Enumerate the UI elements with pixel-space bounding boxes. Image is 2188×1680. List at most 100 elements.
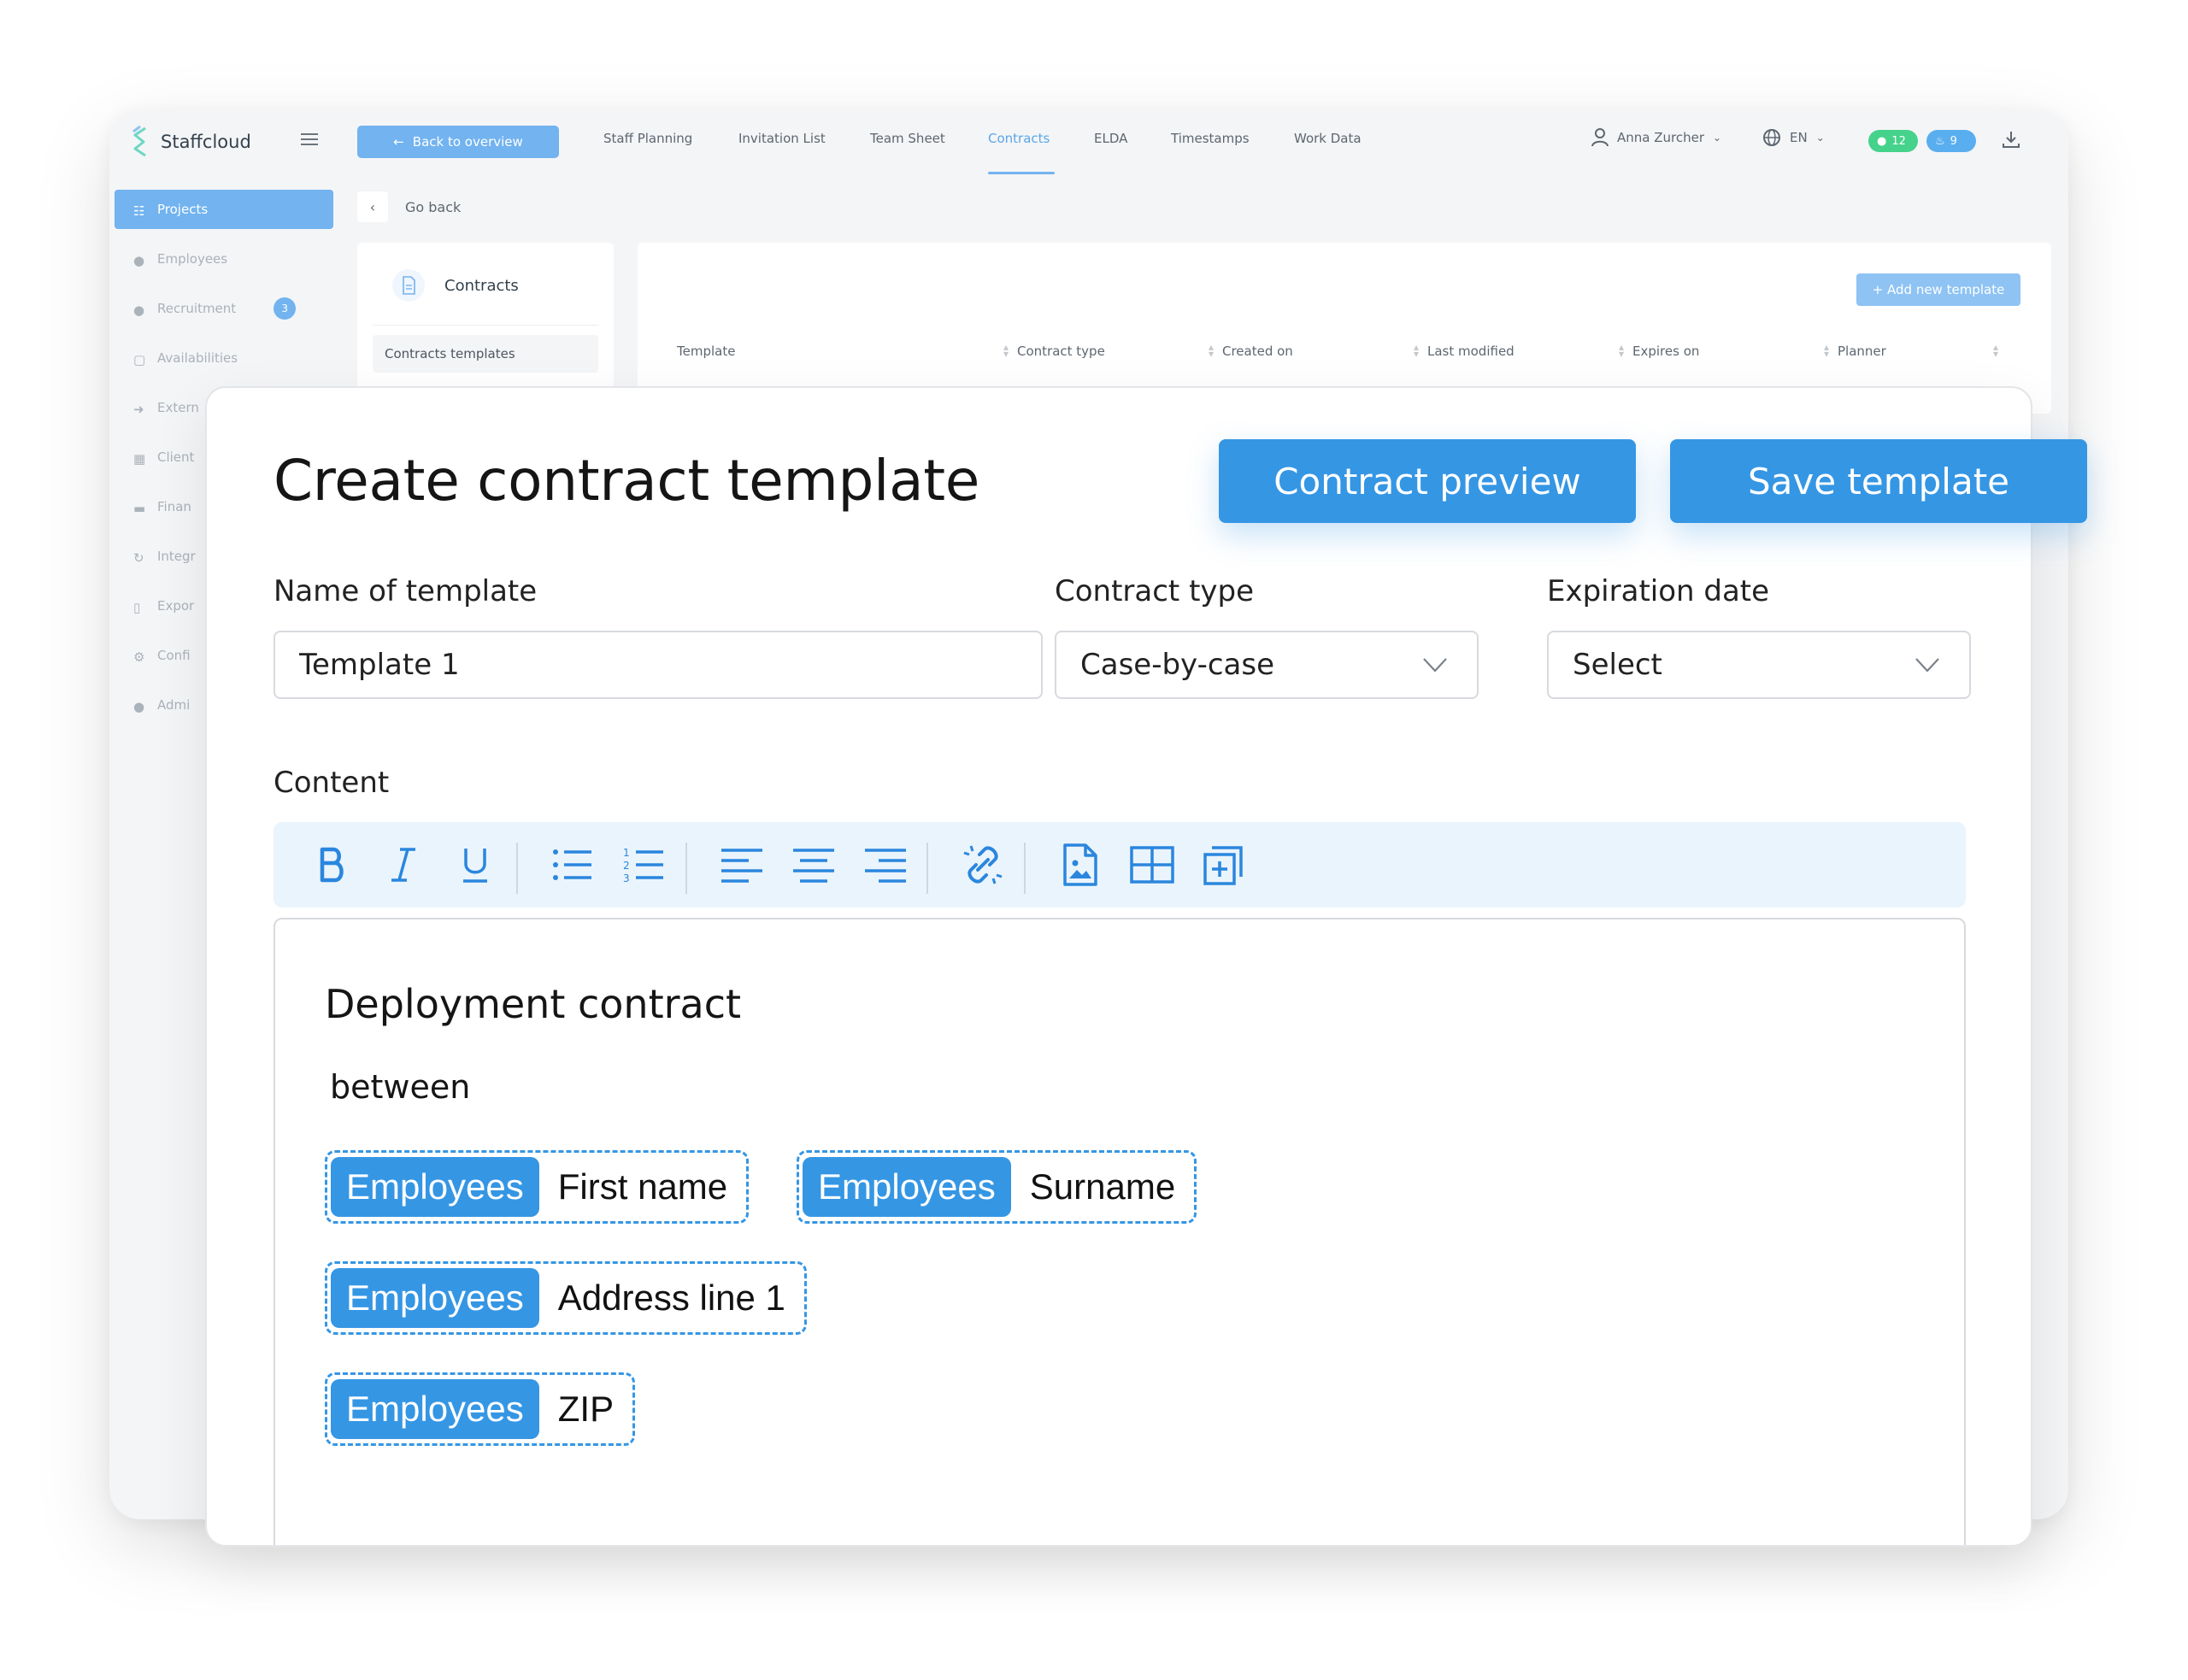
sidebar-item-availabilities[interactable]: ▢ Availabilities bbox=[115, 338, 333, 378]
messages-badge[interactable]: ● 12 bbox=[1868, 130, 1918, 152]
bold-icon[interactable] bbox=[309, 843, 354, 887]
save-template-button[interactable]: Save template bbox=[1670, 439, 2087, 523]
placeholder-field-name: First name bbox=[557, 1166, 728, 1207]
sort-icon[interactable]: ▴ ▾ bbox=[1209, 342, 1214, 359]
content-label: Content bbox=[274, 766, 390, 800]
notifications-count: 9 bbox=[1950, 134, 1957, 148]
calendar-icon: ▢ bbox=[133, 352, 146, 367]
building-icon: ▦ bbox=[133, 451, 146, 467]
image-file-icon[interactable] bbox=[1058, 843, 1103, 887]
chevron-down-icon bbox=[1423, 658, 1447, 673]
language-selector[interactable]: EN ⌄ bbox=[1762, 128, 1825, 147]
placeholder-source-tag: Employees bbox=[331, 1379, 539, 1439]
brand-name: Staffcloud bbox=[161, 132, 251, 152]
expiration-date-label: Expiration date bbox=[1547, 574, 1770, 608]
bullet-list-icon[interactable] bbox=[550, 843, 595, 887]
italic-icon[interactable] bbox=[381, 843, 426, 887]
document-between-text: between bbox=[330, 1068, 471, 1106]
sidebar-item-projects[interactable]: ☷ Projects bbox=[115, 190, 333, 229]
placeholder-field-name: Surname bbox=[1029, 1166, 1176, 1207]
tab-staff-planning[interactable]: Staff Planning bbox=[603, 128, 692, 149]
align-right-icon[interactable] bbox=[863, 843, 908, 887]
sidebar-item-label: Confi bbox=[157, 648, 191, 663]
sidebar-item-label: Finan bbox=[157, 499, 191, 514]
sidebar-item-recruitment[interactable]: ● Recruitment 3 bbox=[115, 289, 333, 328]
language-code: EN bbox=[1790, 130, 1808, 145]
user-menu[interactable]: Anna Zurcher ⌄ bbox=[1591, 128, 1721, 147]
numbered-list-icon[interactable]: 123 bbox=[622, 843, 667, 887]
sort-icon[interactable]: ▴ ▾ bbox=[1993, 342, 1998, 359]
underline-icon[interactable] bbox=[453, 843, 497, 887]
align-center-icon[interactable] bbox=[791, 843, 836, 887]
expiration-date-value: Select bbox=[1573, 648, 1662, 682]
brand-logo[interactable]: Staffcloud bbox=[128, 125, 251, 159]
notifications-badge[interactable]: ♨ 9 bbox=[1926, 130, 1976, 152]
chevron-down-icon bbox=[1915, 658, 1939, 673]
create-contract-template-modal: Create contract template Name of templat… bbox=[205, 386, 2032, 1547]
add-new-template-button[interactable]: + Add new template bbox=[1856, 273, 2020, 306]
document-title: Deployment contract bbox=[325, 981, 742, 1027]
placeholder-chip[interactable]: Employees First name bbox=[325, 1150, 750, 1224]
arrow-left-icon: ← bbox=[393, 134, 404, 150]
active-tab-indicator bbox=[988, 172, 1055, 174]
sync-icon: ↻ bbox=[133, 550, 144, 566]
name-of-template-label: Name of template bbox=[274, 574, 538, 608]
tab-work-data[interactable]: Work Data bbox=[1294, 128, 1362, 149]
template-name-input[interactable] bbox=[299, 648, 1041, 682]
column-header-created-on[interactable]: Created on bbox=[1222, 344, 1293, 359]
expiration-date-select[interactable]: Select bbox=[1547, 631, 1971, 699]
tab-timestamps[interactable]: Timestamps bbox=[1171, 128, 1250, 149]
placeholder-chip[interactable]: Employees ZIP bbox=[325, 1372, 636, 1446]
back-to-overview-button[interactable]: ← Back to overview bbox=[357, 126, 559, 158]
link-icon[interactable] bbox=[961, 843, 1005, 887]
placeholder-chip[interactable]: Employees Address line 1 bbox=[325, 1261, 807, 1335]
globe-icon bbox=[1763, 129, 1780, 146]
go-back-label: Go back bbox=[405, 198, 462, 215]
sort-icon[interactable]: ▴ ▾ bbox=[1414, 342, 1419, 359]
column-header-template[interactable]: Template bbox=[677, 344, 735, 359]
table-icon[interactable] bbox=[1130, 843, 1174, 887]
recruitment-badge: 3 bbox=[274, 297, 297, 320]
content-editor[interactable]: Deployment contract between Employees Fi… bbox=[274, 918, 1966, 1545]
toolbar-separator bbox=[926, 843, 928, 894]
divider bbox=[373, 325, 598, 326]
add-block-icon[interactable] bbox=[1202, 843, 1246, 887]
column-header-planner[interactable]: Planner bbox=[1838, 344, 1886, 359]
sort-icon[interactable]: ▴ ▾ bbox=[1003, 342, 1009, 359]
hamburger-menu-icon[interactable] bbox=[301, 132, 320, 147]
column-header-contract-type[interactable]: Contract type bbox=[1017, 344, 1105, 359]
contract-preview-button[interactable]: Contract preview bbox=[1219, 439, 1636, 523]
placeholder-source-tag: Employees bbox=[331, 1157, 539, 1217]
tab-contracts[interactable]: Contracts bbox=[988, 128, 1050, 149]
download-icon[interactable] bbox=[2002, 130, 2020, 149]
users-icon: ● bbox=[133, 253, 145, 268]
align-left-icon[interactable] bbox=[720, 843, 764, 887]
placeholder-field-name: Address line 1 bbox=[557, 1278, 785, 1318]
tab-team-sheet[interactable]: Team Sheet bbox=[870, 128, 945, 149]
go-back-link[interactable]: ‹ Go back bbox=[357, 191, 461, 222]
sidebar-item-employees[interactable]: ● Employees bbox=[115, 239, 333, 279]
staffcloud-logo-icon bbox=[132, 125, 146, 157]
column-header-last-modified[interactable]: Last modified bbox=[1427, 344, 1515, 359]
contracts-panel-heading: Contracts bbox=[444, 276, 519, 295]
template-name-field[interactable] bbox=[274, 631, 1043, 699]
contract-type-select[interactable]: Case-by-case bbox=[1055, 631, 1479, 699]
sort-icon[interactable]: ▴ ▾ bbox=[1619, 342, 1624, 359]
user-name: Anna Zurcher bbox=[1617, 130, 1705, 145]
chat-icon: ● bbox=[1877, 134, 1887, 148]
messages-count: 12 bbox=[1891, 134, 1906, 148]
toolbar-separator bbox=[1024, 843, 1026, 894]
sort-icon[interactable]: ▴ ▾ bbox=[1824, 342, 1829, 359]
contracts-templates-item[interactable]: Contracts templates bbox=[373, 335, 598, 373]
column-header-expires-on[interactable]: Expires on bbox=[1632, 344, 1699, 359]
tab-elda[interactable]: ELDA bbox=[1094, 128, 1127, 149]
svg-text:3: 3 bbox=[623, 872, 630, 884]
tab-invitation-list[interactable]: Invitation List bbox=[738, 128, 826, 149]
document-icon bbox=[392, 269, 425, 302]
placeholder-field-name: ZIP bbox=[557, 1389, 615, 1429]
placeholder-chip[interactable]: Employees Surname bbox=[797, 1150, 1197, 1224]
sidebar-item-label: Employees bbox=[157, 251, 228, 267]
file-icon: ▯ bbox=[133, 600, 141, 615]
sitemap-icon: ☷ bbox=[133, 203, 145, 219]
sidebar-item-label: Admi bbox=[157, 697, 191, 713]
